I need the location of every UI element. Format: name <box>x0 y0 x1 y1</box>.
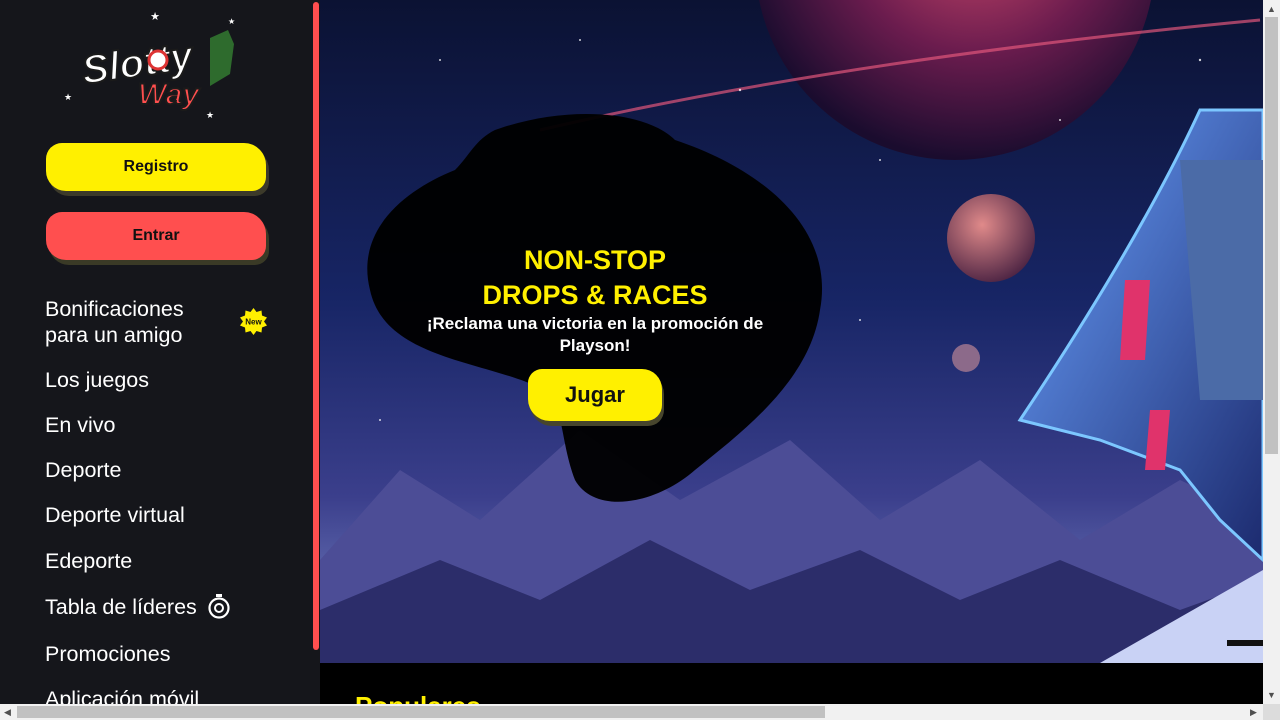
scroll-up-arrow-icon[interactable]: ▲ <box>1267 4 1276 14</box>
scroll-down-arrow-icon[interactable]: ▼ <box>1267 690 1276 700</box>
nav-item-label: Tabla de líderes <box>45 595 197 619</box>
scroll-left-arrow-icon[interactable]: ◀ <box>4 707 11 717</box>
slider-indicator[interactable] <box>1227 640 1263 646</box>
page-vertical-scrollbar-thumb[interactable] <box>1265 17 1278 454</box>
nav-item-sport[interactable]: Deporte <box>45 457 122 483</box>
new-badge-icon: New <box>240 308 267 335</box>
svg-text:★: ★ <box>206 110 214 120</box>
svg-text:★: ★ <box>150 11 160 23</box>
register-button[interactable]: Registro <box>46 143 266 191</box>
sidebar: ★ ★ ★ ★ Slotty Way Registro Entrar Bonif… <box>0 0 312 704</box>
section-title: Populares <box>355 691 481 704</box>
nav-item-live[interactable]: En vivo <box>45 412 116 438</box>
sidebar-scrollbar-thumb[interactable] <box>313 2 319 650</box>
svg-text:★: ★ <box>228 17 235 26</box>
nav-item-promotions[interactable]: Promociones <box>45 641 170 667</box>
stopwatch-icon <box>208 594 230 619</box>
scroll-right-arrow-icon[interactable]: ▶ <box>1250 707 1257 717</box>
nav-item-leaderboard[interactable]: Tabla de líderes <box>45 594 231 620</box>
svg-text:Way: Way <box>138 78 200 111</box>
promo-subtitle: ¡Reclama una victoria en la promoción de… <box>426 314 764 355</box>
nav-item-referral-bonus[interactable]: Bonificaciones para un amigo <box>45 296 184 348</box>
nav-item-games[interactable]: Los juegos <box>45 367 149 393</box>
nav-item-label: Bonificaciones <box>45 297 184 321</box>
promo-title-line1: NON-STOP <box>523 245 666 275</box>
promo-title-line2: DROPS & RACES <box>482 280 708 310</box>
nav-item-mobile-app[interactable]: Aplicación móvil <box>45 686 199 704</box>
slottyway-logo[interactable]: ★ ★ ★ ★ Slotty Way <box>60 8 250 120</box>
nav-item-esport[interactable]: Edeporte <box>45 548 132 574</box>
scrollbar-corner <box>1263 704 1280 720</box>
svg-text:★: ★ <box>64 92 72 102</box>
page-horizontal-scrollbar-thumb[interactable] <box>17 706 825 718</box>
login-button[interactable]: Entrar <box>46 212 266 260</box>
nav-item-virtual-sport[interactable]: Deporte virtual <box>45 502 185 528</box>
popular-section: Populares <box>320 663 1263 704</box>
svg-text:New: New <box>245 318 262 327</box>
play-button[interactable]: Jugar <box>528 369 662 421</box>
nav-item-label: para un amigo <box>45 323 183 347</box>
